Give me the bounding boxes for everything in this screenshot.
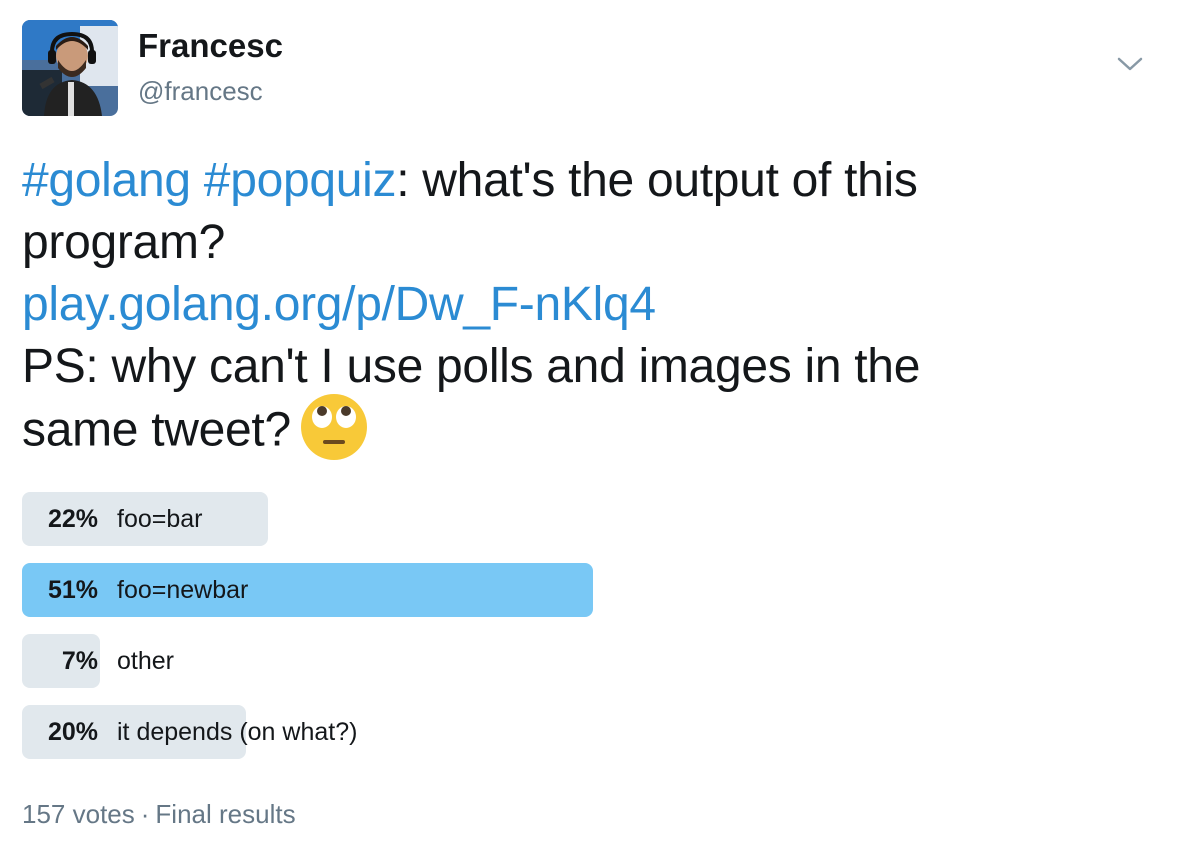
tweet-text-part-1: : what's the output of this <box>396 154 918 207</box>
tweet-text: #golang #popquiz: what's the output of t… <box>22 150 1162 468</box>
rolling-eyes-emoji-icon <box>299 392 369 462</box>
poll-bar <box>22 563 593 617</box>
poll-label: other <box>117 647 174 675</box>
tweet-line-1: #golang #popquiz: what's the output of t… <box>22 150 1162 212</box>
poll-option: 51% foo=newbar <box>22 563 1162 617</box>
poll: 22% foo=bar 51% foo=newbar 7% other 20% … <box>22 492 1162 776</box>
poll-percent: 20% <box>47 718 98 746</box>
avatar[interactable] <box>22 20 118 116</box>
tweet-header: Francesc @francesc <box>22 20 1182 116</box>
separator-dot: · <box>140 799 150 829</box>
user-handle[interactable]: @francesc <box>138 76 263 106</box>
tweet-line-5: same tweet? <box>22 394 1162 468</box>
tweet-text-part-4: same tweet? <box>22 403 291 457</box>
poll-percent: 51% <box>47 576 98 604</box>
tweet-card: Francesc @francesc #golang #popquiz: wha… <box>0 0 1202 854</box>
poll-label: foo=newbar <box>117 576 249 604</box>
poll-percent: 7% <box>61 647 98 675</box>
poll-footer: 157 votes · Final results <box>22 796 296 832</box>
poll-option: 7% other <box>22 634 1162 688</box>
display-name[interactable]: Francesc <box>138 28 283 64</box>
tweet-line-link: play.golang.org/p/Dw_F-nKlq4 <box>22 274 1162 336</box>
poll-option: 20% it depends (on what?) <box>22 705 1162 759</box>
poll-percent: 22% <box>47 505 98 533</box>
poll-option: 22% foo=bar <box>22 492 1162 546</box>
hashtag-popquiz[interactable]: #popquiz <box>204 154 397 207</box>
tweet-link[interactable]: play.golang.org/p/Dw_F-nKlq4 <box>22 278 656 331</box>
poll-label: foo=bar <box>117 505 203 533</box>
chevron-down-icon[interactable] <box>1116 54 1144 74</box>
poll-status: Final results <box>155 799 296 829</box>
hashtag-golang[interactable]: #golang <box>22 154 191 207</box>
poll-label: it depends (on what?) <box>117 718 358 746</box>
poll-votes: 157 votes <box>22 799 135 829</box>
tweet-text-part-2: program? <box>22 216 226 269</box>
tweet-text-part-3: PS: why can't I use polls and images in … <box>22 340 921 393</box>
